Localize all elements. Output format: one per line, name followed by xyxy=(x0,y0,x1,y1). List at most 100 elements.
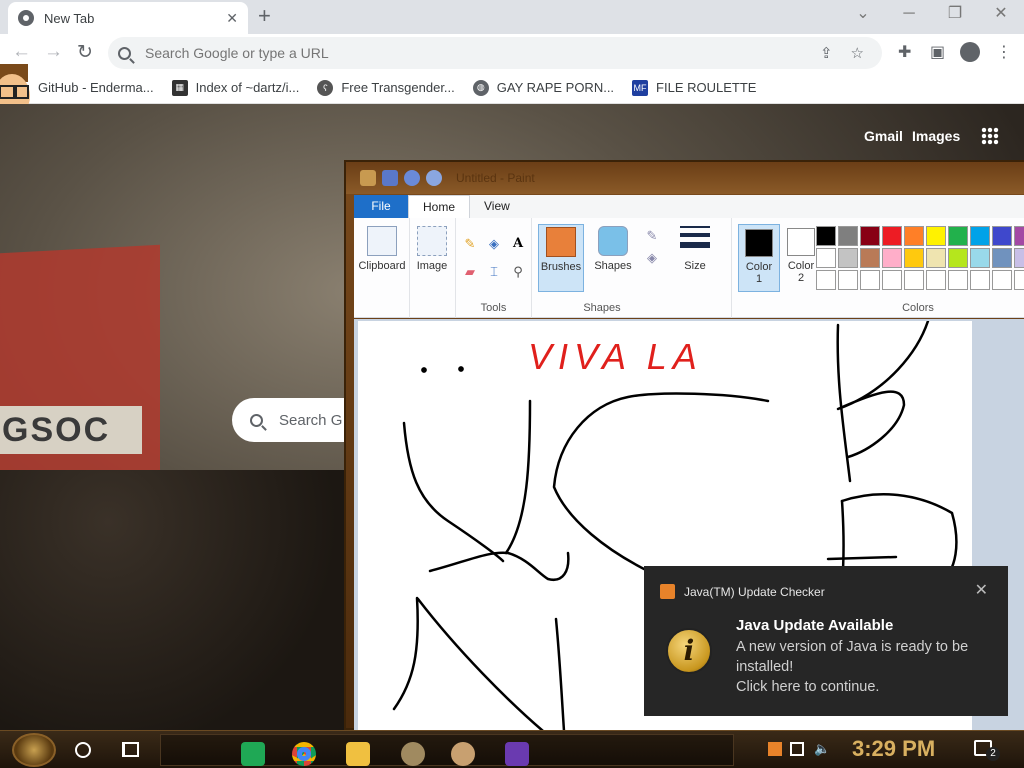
new-tab-button[interactable]: + xyxy=(258,4,271,28)
palette-swatch[interactable] xyxy=(1014,226,1024,246)
image-button[interactable]: Image xyxy=(410,224,454,292)
magnifier-icon[interactable]: ⚲ xyxy=(510,264,526,280)
close-window-button[interactable]: ✕ xyxy=(978,0,1024,30)
paint-app-icon[interactable] xyxy=(451,742,475,766)
clipboard-button[interactable]: Clipboard xyxy=(356,224,408,292)
size-icon xyxy=(680,226,710,256)
outline-icon[interactable]: ✎ xyxy=(644,228,660,244)
visual-studio-icon[interactable] xyxy=(505,742,529,766)
palette-swatch[interactable] xyxy=(882,226,902,246)
back-icon[interactable]: ← xyxy=(12,41,31,63)
start-button[interactable] xyxy=(12,733,56,767)
file-explorer-icon[interactable] xyxy=(346,742,370,766)
palette-swatch[interactable] xyxy=(816,248,836,268)
palette-swatch[interactable] xyxy=(926,226,946,246)
bookmark-file-roulette[interactable]: MF FILE ROULETTE xyxy=(632,79,757,96)
save-icon[interactable] xyxy=(382,170,398,186)
taskbar-clock[interactable]: 3:29 PM xyxy=(852,736,935,762)
bookmark-star-icon[interactable]: ☆ xyxy=(851,44,864,62)
sheets-app-icon[interactable] xyxy=(241,742,265,766)
java-update-toast[interactable]: Java(TM) Update Checker ✕ i Java Update … xyxy=(644,566,1008,716)
omnibox-input[interactable] xyxy=(143,44,820,62)
size-button[interactable]: Size xyxy=(672,224,718,292)
undo-icon[interactable] xyxy=(404,170,420,186)
eraser-icon[interactable]: ▰ xyxy=(462,264,478,280)
palette-swatch[interactable] xyxy=(904,270,924,290)
color-picker-icon[interactable]: ⌶ xyxy=(486,264,502,280)
bookmark-globe[interactable]: ◍ GAY RAPE PORN... xyxy=(472,79,614,96)
palette-swatch[interactable] xyxy=(970,226,990,246)
profile-avatar[interactable] xyxy=(960,42,980,62)
palette-swatch[interactable] xyxy=(838,248,858,268)
fill-shape-icon[interactable]: ◈ xyxy=(644,250,660,266)
share-icon[interactable]: ⇪ xyxy=(820,44,833,62)
minimize-button[interactable]: ─ xyxy=(886,0,932,30)
menu-icon[interactable]: ⋮ xyxy=(996,42,1012,62)
close-tab-icon[interactable]: ✕ xyxy=(226,10,238,27)
color1-button[interactable]: Color 1 xyxy=(738,224,780,292)
palette-swatch[interactable] xyxy=(992,226,1012,246)
palette-swatch[interactable] xyxy=(904,226,924,246)
toast-body: A new version of Java is ready to be ins… xyxy=(736,637,996,697)
shapes-icon xyxy=(598,226,628,256)
tab-view[interactable]: View xyxy=(470,195,524,218)
bookmark-label: FILE ROULETTE xyxy=(656,80,757,95)
redo-icon[interactable] xyxy=(426,170,442,186)
tab-new-tab[interactable]: New Tab ✕ xyxy=(8,2,248,34)
java-tray-icon[interactable] xyxy=(768,742,782,756)
cortana-icon[interactable] xyxy=(75,742,91,758)
extensions-icon[interactable]: ✚ xyxy=(898,42,911,62)
palette-swatch[interactable] xyxy=(904,248,924,268)
toast-heading: Java Update Available xyxy=(736,617,894,634)
palette-swatch[interactable] xyxy=(948,270,968,290)
forward-icon[interactable]: → xyxy=(44,41,63,63)
palette-swatch[interactable] xyxy=(926,248,946,268)
bookmark-github[interactable]: GitHub - Enderma... xyxy=(38,80,154,95)
palette-swatch[interactable] xyxy=(816,226,836,246)
brushes-button[interactable]: Brushes xyxy=(538,224,584,292)
shapes-button[interactable]: Shapes xyxy=(590,224,636,292)
palette-swatch[interactable] xyxy=(838,270,858,290)
task-view-icon[interactable] xyxy=(122,742,139,757)
volume-muted-icon[interactable]: 🔈 xyxy=(814,742,830,756)
colors-group: Color 1 Color 2 Colors xyxy=(732,218,1024,318)
restore-button[interactable]: ❐ xyxy=(932,0,978,30)
search-icon xyxy=(250,413,263,427)
palette-swatch[interactable] xyxy=(948,226,968,246)
chevron-down-icon[interactable]: ⌄ xyxy=(840,0,886,30)
palette-swatch[interactable] xyxy=(970,270,990,290)
palette-swatch[interactable] xyxy=(948,248,968,268)
paint-app-icon[interactable] xyxy=(360,170,376,186)
palette-swatch[interactable] xyxy=(992,248,1012,268)
palette-swatch[interactable] xyxy=(1014,270,1024,290)
network-icon[interactable] xyxy=(790,742,804,756)
palette-swatch[interactable] xyxy=(882,270,902,290)
tab-home[interactable]: Home xyxy=(408,194,471,219)
palette-swatch[interactable] xyxy=(860,270,880,290)
palette-swatch[interactable] xyxy=(992,270,1012,290)
palette-swatch[interactable] xyxy=(1014,248,1024,268)
fill-icon[interactable]: ◈ xyxy=(486,236,502,252)
reload-icon[interactable]: ↻ xyxy=(77,41,93,64)
text-tool-icon[interactable]: A xyxy=(510,236,526,252)
images-link[interactable]: Images xyxy=(912,128,960,144)
palette-swatch[interactable] xyxy=(882,248,902,268)
chrome-app-icon[interactable] xyxy=(292,742,316,766)
palette-swatch[interactable] xyxy=(816,270,836,290)
pencil-icon[interactable]: ✎ xyxy=(462,236,478,252)
close-icon[interactable]: ✕ xyxy=(975,580,988,600)
apps-grid-icon[interactable] xyxy=(981,127,999,145)
bookmark-free-transgender[interactable]: ʕ Free Transgender... xyxy=(317,79,455,96)
gmail-link[interactable]: Gmail xyxy=(864,128,903,144)
palette-swatch[interactable] xyxy=(970,248,990,268)
palette-swatch[interactable] xyxy=(838,226,858,246)
palette-swatch[interactable] xyxy=(926,270,946,290)
file-menu[interactable]: File xyxy=(354,195,408,218)
side-panel-icon[interactable]: ▣ xyxy=(930,42,945,62)
omnibox[interactable]: ⇪ ☆ xyxy=(108,37,882,69)
toast-action-text[interactable]: Click here to continue. xyxy=(736,677,996,697)
palette-swatch[interactable] xyxy=(860,248,880,268)
palette-swatch[interactable] xyxy=(860,226,880,246)
bookmark-index-dartz[interactable]: ▦ Index of ~dartz/i... xyxy=(171,79,299,96)
app-icon[interactable] xyxy=(401,742,425,766)
